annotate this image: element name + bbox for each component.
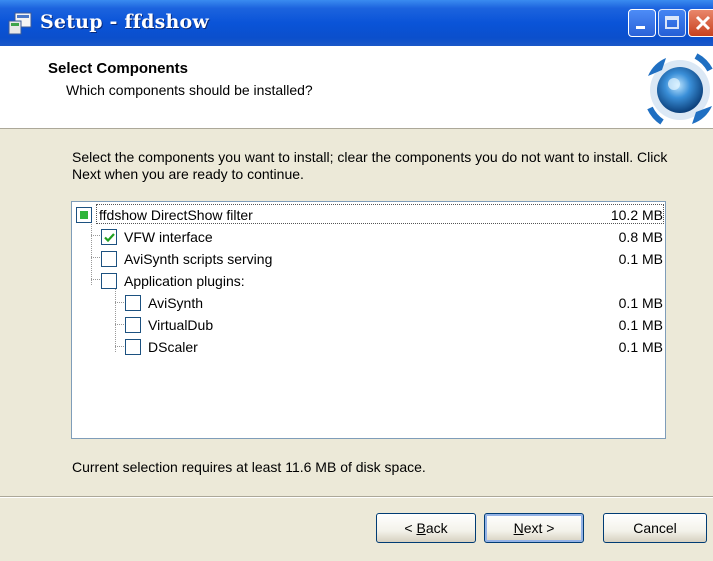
checked-checkbox[interactable] <box>101 229 117 245</box>
component-label: Application plugins: <box>124 273 245 289</box>
component-label: DScaler <box>148 339 198 355</box>
ffdshow-logo-icon <box>647 53 713 125</box>
footer-divider <box>0 496 713 498</box>
component-row-vfw-interface[interactable]: VFW interface 0.8 MB <box>72 226 665 248</box>
checkmark-icon <box>104 233 115 243</box>
unchecked-checkbox[interactable] <box>125 317 141 333</box>
unchecked-checkbox[interactable] <box>101 273 117 289</box>
page-subtitle: Which components should be installed? <box>66 82 313 98</box>
component-label: AviSynth scripts serving <box>124 251 273 267</box>
partial-checkbox[interactable] <box>76 207 92 223</box>
wizard-header: Select Components Which components shoul… <box>0 46 713 129</box>
instructions-text: Select the components you want to instal… <box>72 149 668 182</box>
component-row-dscaler[interactable]: DScaler 0.1 MB <box>72 336 665 358</box>
minimize-button[interactable] <box>628 9 656 37</box>
component-label: AviSynth <box>148 295 203 311</box>
back-prefix: < <box>404 520 417 536</box>
component-size: 0.1 MB <box>618 317 663 333</box>
component-size: 0.8 MB <box>618 229 663 245</box>
component-row-ffdshow-directshow-filter[interactable]: ffdshow DirectShow filter 10.2 MB <box>72 204 665 226</box>
unchecked-checkbox[interactable] <box>125 295 141 311</box>
unchecked-checkbox[interactable] <box>101 251 117 267</box>
unchecked-checkbox[interactable] <box>125 339 141 355</box>
minimize-icon <box>636 26 645 29</box>
back-accelerator: B <box>416 520 426 536</box>
wizard-content: Select the components you want to instal… <box>0 129 713 496</box>
component-size: 10.2 MB <box>610 207 663 223</box>
title-bar[interactable]: Setup - ffdshow <box>0 0 713 46</box>
setup-window: Setup - ffdshow Select Components Which … <box>0 0 713 561</box>
disk-space-text: Current selection requires at least 11.6… <box>72 459 426 475</box>
maximize-button[interactable] <box>658 9 686 37</box>
cancel-button[interactable]: Cancel <box>603 513 707 543</box>
next-button[interactable]: Next > <box>484 513 584 543</box>
close-button[interactable] <box>688 9 713 37</box>
next-label: ext > <box>523 520 555 536</box>
component-row-virtualdub[interactable]: VirtualDub 0.1 MB <box>72 314 665 336</box>
back-label: ack <box>425 520 448 536</box>
back-button[interactable]: < Back <box>376 513 476 543</box>
component-row-avisynth[interactable]: AviSynth 0.1 MB <box>72 292 665 314</box>
component-row-application-plugins[interactable]: Application plugins: <box>72 270 665 292</box>
setup-icon <box>8 12 32 35</box>
partial-fill <box>80 211 88 219</box>
component-label: ffdshow DirectShow filter <box>99 207 253 223</box>
component-row-avisynth-scripts-serving[interactable]: AviSynth scripts serving 0.1 MB <box>72 248 665 270</box>
component-size: 0.1 MB <box>618 251 663 267</box>
component-label: VFW interface <box>124 229 213 245</box>
component-label: VirtualDub <box>148 317 214 333</box>
component-size: 0.1 MB <box>618 295 663 311</box>
window-title: Setup - ffdshow <box>40 11 209 33</box>
close-icon <box>695 15 711 31</box>
next-accelerator: N <box>513 520 524 536</box>
component-size: 0.1 MB <box>618 339 663 355</box>
maximize-icon <box>665 16 679 29</box>
components-list[interactable]: ffdshow DirectShow filter 10.2 MB VFW in… <box>71 201 666 439</box>
page-title: Select Components <box>48 60 189 77</box>
